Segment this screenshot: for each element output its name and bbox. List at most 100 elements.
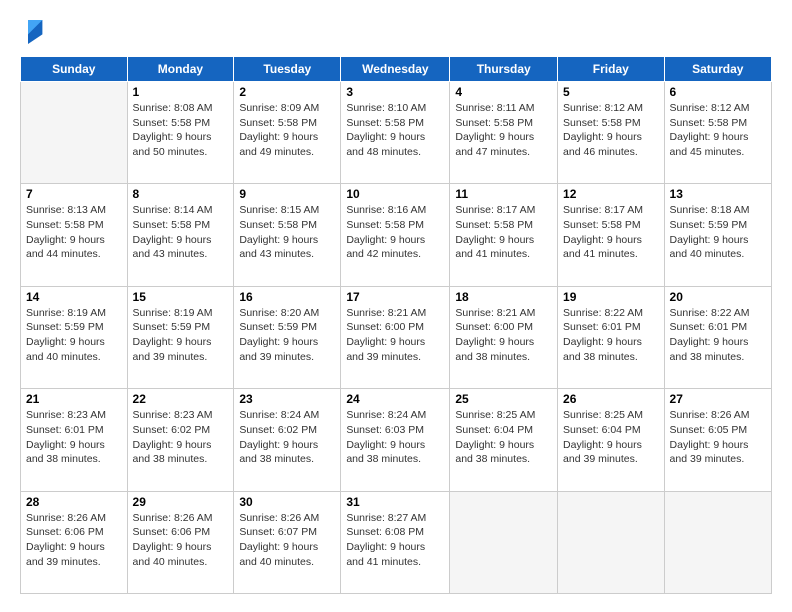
day-info: Sunrise: 8:09 AM Sunset: 5:58 PM Dayligh… <box>239 101 335 160</box>
day-number: 13 <box>670 187 766 201</box>
day-number: 19 <box>563 290 659 304</box>
calendar-cell: 19 Sunrise: 8:22 AM Sunset: 6:01 PM Dayli… <box>558 286 665 388</box>
day-number: 31 <box>346 495 444 509</box>
calendar-cell <box>664 491 771 593</box>
calendar-cell: 30 Sunrise: 8:26 AM Sunset: 6:07 PM Dayli… <box>234 491 341 593</box>
day-info: Sunrise: 8:21 AM Sunset: 6:00 PM Dayligh… <box>346 306 444 365</box>
day-info: Sunrise: 8:12 AM Sunset: 5:58 PM Dayligh… <box>670 101 766 160</box>
day-info: Sunrise: 8:26 AM Sunset: 6:05 PM Dayligh… <box>670 408 766 467</box>
calendar-cell: 9 Sunrise: 8:15 AM Sunset: 5:58 PM Daylig… <box>234 184 341 286</box>
day-number: 8 <box>133 187 229 201</box>
calendar-cell: 10 Sunrise: 8:16 AM Sunset: 5:58 PM Dayli… <box>341 184 450 286</box>
day-header-sunday: Sunday <box>21 57 128 82</box>
day-info: Sunrise: 8:17 AM Sunset: 5:58 PM Dayligh… <box>455 203 552 262</box>
day-number: 7 <box>26 187 122 201</box>
day-number: 17 <box>346 290 444 304</box>
day-info: Sunrise: 8:13 AM Sunset: 5:58 PM Dayligh… <box>26 203 122 262</box>
calendar-week-4: 28 Sunrise: 8:26 AM Sunset: 6:06 PM Dayli… <box>21 491 772 593</box>
day-number: 24 <box>346 392 444 406</box>
day-number: 16 <box>239 290 335 304</box>
calendar-cell: 28 Sunrise: 8:26 AM Sunset: 6:06 PM Dayli… <box>21 491 128 593</box>
logo <box>20 18 48 46</box>
day-header-thursday: Thursday <box>450 57 558 82</box>
day-info: Sunrise: 8:20 AM Sunset: 5:59 PM Dayligh… <box>239 306 335 365</box>
day-info: Sunrise: 8:16 AM Sunset: 5:58 PM Dayligh… <box>346 203 444 262</box>
day-number: 4 <box>455 85 552 99</box>
day-number: 23 <box>239 392 335 406</box>
calendar-week-2: 14 Sunrise: 8:19 AM Sunset: 5:59 PM Dayli… <box>21 286 772 388</box>
day-number: 5 <box>563 85 659 99</box>
day-info: Sunrise: 8:27 AM Sunset: 6:08 PM Dayligh… <box>346 511 444 570</box>
calendar-cell: 29Sunrise: 8:26 AM Sunset: 6:06 PM Dayli… <box>127 491 234 593</box>
day-number: 14 <box>26 290 122 304</box>
calendar-cell <box>21 82 128 184</box>
day-info: Sunrise: 8:19 AM Sunset: 5:59 PM Dayligh… <box>26 306 122 365</box>
day-number: 25 <box>455 392 552 406</box>
day-header-monday: Monday <box>127 57 234 82</box>
day-number: 30 <box>239 495 335 509</box>
day-number: 20 <box>670 290 766 304</box>
calendar-cell <box>450 491 558 593</box>
day-info: Sunrise: 8:18 AM Sunset: 5:59 PM Dayligh… <box>670 203 766 262</box>
calendar-cell: 23 Sunrise: 8:24 AM Sunset: 6:02 PM Dayli… <box>234 389 341 491</box>
day-info: Sunrise: 8:25 AM Sunset: 6:04 PM Dayligh… <box>455 408 552 467</box>
day-number: 2 <box>239 85 335 99</box>
page: SundayMondayTuesdayWednesdayThursdayFrid… <box>0 0 792 612</box>
calendar-cell: 15 Sunrise: 8:19 AM Sunset: 5:59 PM Dayli… <box>127 286 234 388</box>
day-info: Sunrise: 8:11 AM Sunset: 5:58 PM Dayligh… <box>455 101 552 160</box>
calendar-header-row: SundayMondayTuesdayWednesdayThursdayFrid… <box>21 57 772 82</box>
day-number: 18 <box>455 290 552 304</box>
day-info: Sunrise: 8:10 AM Sunset: 5:58 PM Dayligh… <box>346 101 444 160</box>
day-number: 10 <box>346 187 444 201</box>
day-info: Sunrise: 8:26 AM Sunset: 6:06 PM Dayligh… <box>26 511 122 570</box>
calendar-cell: 6 Sunrise: 8:12 AM Sunset: 5:58 PM Daylig… <box>664 82 771 184</box>
calendar-cell: 24 Sunrise: 8:24 AM Sunset: 6:03 PM Dayli… <box>341 389 450 491</box>
day-number: 9 <box>239 187 335 201</box>
calendar-cell: 2 Sunrise: 8:09 AM Sunset: 5:58 PM Daylig… <box>234 82 341 184</box>
day-info: Sunrise: 8:22 AM Sunset: 6:01 PM Dayligh… <box>563 306 659 365</box>
calendar-cell: 27 Sunrise: 8:26 AM Sunset: 6:05 PM Dayli… <box>664 389 771 491</box>
calendar-cell: 11 Sunrise: 8:17 AM Sunset: 5:58 PM Dayli… <box>450 184 558 286</box>
calendar-cell: 5 Sunrise: 8:12 AM Sunset: 5:58 PM Daylig… <box>558 82 665 184</box>
day-info: Sunrise: 8:26 AM Sunset: 6:07 PM Dayligh… <box>239 511 335 570</box>
calendar-cell: 26Sunrise: 8:25 AM Sunset: 6:04 PM Dayli… <box>558 389 665 491</box>
day-info: Sunrise: 8:24 AM Sunset: 6:02 PM Dayligh… <box>239 408 335 467</box>
day-info: Sunrise: 8:23 AM Sunset: 6:02 PM Dayligh… <box>133 408 229 467</box>
calendar-cell: 4 Sunrise: 8:11 AM Sunset: 5:58 PM Daylig… <box>450 82 558 184</box>
day-number: 1 <box>133 85 229 99</box>
day-header-tuesday: Tuesday <box>234 57 341 82</box>
day-info: Sunrise: 8:17 AM Sunset: 5:58 PM Dayligh… <box>563 203 659 262</box>
calendar-cell: 8 Sunrise: 8:14 AM Sunset: 5:58 PM Daylig… <box>127 184 234 286</box>
calendar-cell: 18 Sunrise: 8:21 AM Sunset: 6:00 PM Dayli… <box>450 286 558 388</box>
logo-icon <box>20 18 44 46</box>
calendar-cell: 21 Sunrise: 8:23 AM Sunset: 6:01 PM Dayli… <box>21 389 128 491</box>
calendar-cell: 25 Sunrise: 8:25 AM Sunset: 6:04 PM Dayli… <box>450 389 558 491</box>
day-number: 15 <box>133 290 229 304</box>
day-info: Sunrise: 8:23 AM Sunset: 6:01 PM Dayligh… <box>26 408 122 467</box>
day-info: Sunrise: 8:21 AM Sunset: 6:00 PM Dayligh… <box>455 306 552 365</box>
day-info: Sunrise: 8:19 AM Sunset: 5:59 PM Dayligh… <box>133 306 229 365</box>
calendar-cell: 7 Sunrise: 8:13 AM Sunset: 5:58 PM Daylig… <box>21 184 128 286</box>
day-info: Sunrise: 8:14 AM Sunset: 5:58 PM Dayligh… <box>133 203 229 262</box>
calendar-table: SundayMondayTuesdayWednesdayThursdayFrid… <box>20 56 772 594</box>
day-info: Sunrise: 8:12 AM Sunset: 5:58 PM Dayligh… <box>563 101 659 160</box>
day-number: 12 <box>563 187 659 201</box>
day-header-wednesday: Wednesday <box>341 57 450 82</box>
day-number: 21 <box>26 392 122 406</box>
day-info: Sunrise: 8:24 AM Sunset: 6:03 PM Dayligh… <box>346 408 444 467</box>
day-header-saturday: Saturday <box>664 57 771 82</box>
calendar-week-3: 21 Sunrise: 8:23 AM Sunset: 6:01 PM Dayli… <box>21 389 772 491</box>
day-info: Sunrise: 8:25 AM Sunset: 6:04 PM Dayligh… <box>563 408 659 467</box>
day-info: Sunrise: 8:15 AM Sunset: 5:58 PM Dayligh… <box>239 203 335 262</box>
day-number: 11 <box>455 187 552 201</box>
day-number: 22 <box>133 392 229 406</box>
calendar-week-1: 7 Sunrise: 8:13 AM Sunset: 5:58 PM Daylig… <box>21 184 772 286</box>
calendar-cell: 17 Sunrise: 8:21 AM Sunset: 6:00 PM Dayli… <box>341 286 450 388</box>
day-number: 6 <box>670 85 766 99</box>
calendar-week-0: 1 Sunrise: 8:08 AM Sunset: 5:58 PM Daylig… <box>21 82 772 184</box>
day-number: 28 <box>26 495 122 509</box>
calendar-cell: 22 Sunrise: 8:23 AM Sunset: 6:02 PM Dayli… <box>127 389 234 491</box>
day-number: 27 <box>670 392 766 406</box>
day-info: Sunrise: 8:08 AM Sunset: 5:58 PM Dayligh… <box>133 101 229 160</box>
day-info: Sunrise: 8:22 AM Sunset: 6:01 PM Dayligh… <box>670 306 766 365</box>
